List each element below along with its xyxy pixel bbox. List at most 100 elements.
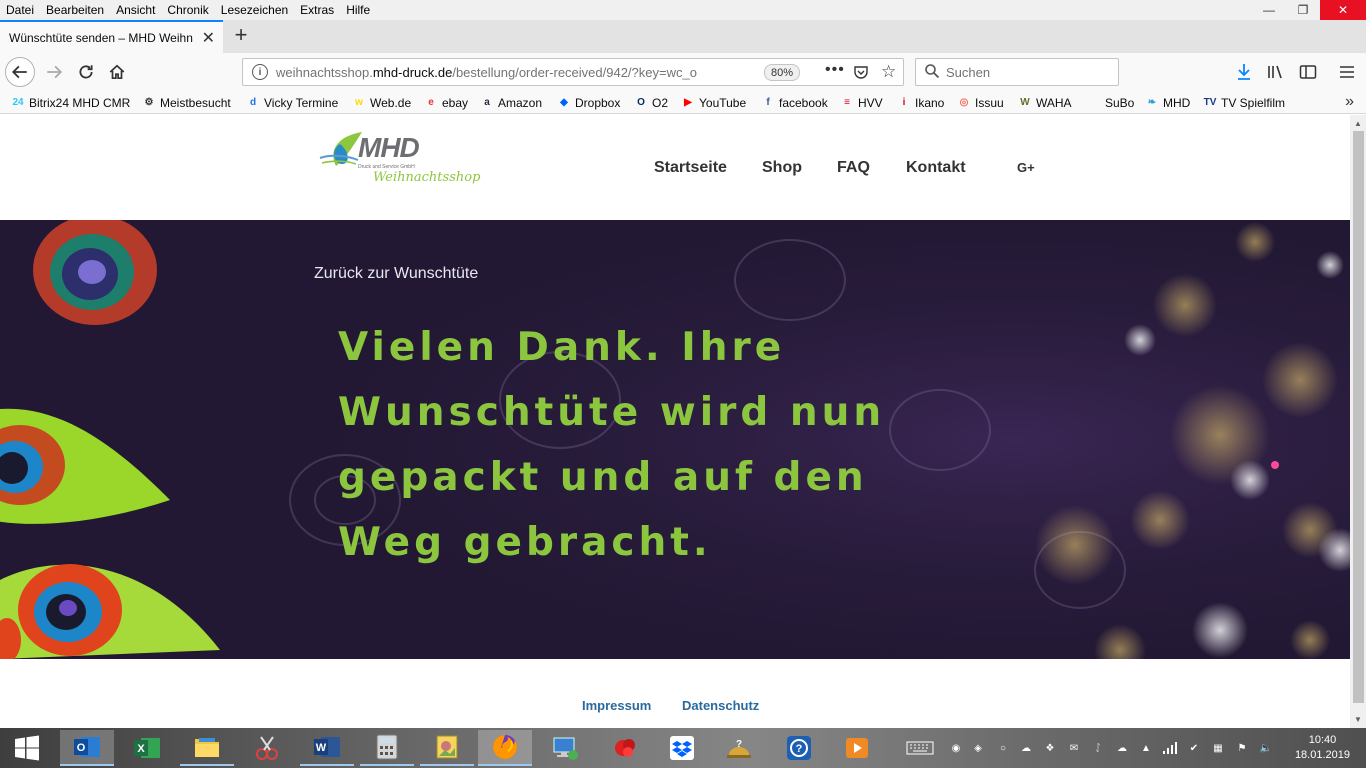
file-explorer-icon[interactable] — [180, 730, 234, 766]
menu-item-datei[interactable]: Datei — [0, 3, 40, 17]
minimize-button[interactable]: — — [1252, 0, 1286, 20]
hamburger-menu-icon[interactable] — [1337, 62, 1357, 82]
nav-faq[interactable]: FAQ — [837, 159, 870, 177]
firefox-icon[interactable] — [478, 730, 532, 766]
snipping-tool-icon[interactable] — [240, 730, 294, 766]
bookmark-tv-spielfilm[interactable]: TV TV Spielfilm — [1203, 94, 1285, 111]
keyboard-icon[interactable] — [905, 740, 935, 756]
page-scrollbar[interactable]: ▲ ▼ — [1350, 115, 1366, 728]
tray-shield-icon[interactable]: ◈ — [970, 740, 986, 756]
tray-app-icon[interactable]: ◉ — [948, 740, 964, 756]
bookmark-issuu[interactable]: ◎ Issuu — [957, 94, 1004, 111]
nav-kontakt[interactable]: Kontakt — [906, 159, 966, 177]
zoom-indicator[interactable]: 80% — [764, 64, 801, 81]
datenschutz-link[interactable]: Datenschutz — [682, 698, 759, 713]
site-logo[interactable]: MHD Druck und Service GmbH Weihnachtssho… — [318, 126, 480, 188]
app-red-icon[interactable] — [598, 730, 652, 766]
back-button[interactable] — [5, 57, 35, 87]
bookmark-label: Issuu — [975, 95, 1004, 110]
calculator-icon[interactable] — [360, 730, 414, 766]
bookmark-mhd[interactable]: ❧ MHD — [1145, 94, 1191, 111]
restore-button[interactable]: ❐ — [1286, 0, 1320, 20]
word-icon[interactable]: W — [300, 730, 354, 766]
bookmark-o2[interactable]: O O2 — [634, 94, 668, 111]
bookmark-meistbesucht[interactable]: ⚙ Meistbesucht — [142, 94, 231, 111]
photo-viewer-icon[interactable] — [420, 730, 474, 766]
remote-desktop-icon[interactable] — [538, 730, 592, 766]
bookmark-label: O2 — [652, 95, 669, 110]
menu-item-bearbeiten[interactable]: Bearbeiten — [40, 3, 110, 17]
tray-circle-icon[interactable]: ○ — [995, 740, 1011, 756]
bookmark-ikano[interactable]: i Ikano — [897, 94, 945, 111]
new-tab-button[interactable]: + — [230, 22, 252, 47]
bookmark-star-icon[interactable]: ☆ — [881, 62, 896, 82]
tray-onedrive-icon[interactable]: ☁ — [1018, 740, 1034, 756]
tray-device-icon[interactable]: ▦ — [1210, 740, 1226, 756]
windows-start-icon[interactable] — [0, 730, 54, 766]
bookmark-label: Bitrix24 MHD CMR — [29, 95, 131, 110]
back-to-cart-link[interactable]: Zurück zur Wunschtüte — [314, 265, 478, 283]
tray-dropbox-icon[interactable]: ❖ — [1042, 740, 1058, 756]
support-icon[interactable]: ? — [772, 730, 826, 766]
search-bar[interactable]: Suchen — [915, 58, 1119, 86]
menu-item-hilfe[interactable]: Hilfe — [340, 3, 376, 17]
scrollbar-thumb[interactable] — [1353, 131, 1364, 703]
bookmark-label: Dropbox — [575, 95, 621, 110]
downloads-icon[interactable] — [1234, 62, 1254, 82]
nav-shop[interactable]: Shop — [762, 159, 802, 177]
scroll-down-icon[interactable]: ▼ — [1354, 715, 1362, 724]
bookmark-subo[interactable]: SuBo — [1105, 94, 1134, 111]
menu-item-extras[interactable]: Extras — [294, 3, 340, 17]
bookmark-label: Vicky Termine — [264, 95, 339, 110]
menu-item-ansicht[interactable]: Ansicht — [110, 3, 161, 17]
network-signal-icon[interactable] — [1162, 740, 1178, 756]
bookmark-web-de[interactable]: w Web.de — [352, 94, 411, 111]
menu-item-chronik[interactable]: Chronik — [161, 3, 214, 17]
webde-icon: w — [355, 97, 363, 108]
url-bar[interactable]: i weihnachtsshop.mhd-druck.de/bestellung… — [242, 58, 904, 86]
outlook-icon[interactable]: O — [60, 730, 114, 766]
system-clock[interactable]: 10:40 18.01.2019 — [1295, 733, 1350, 763]
bookmark-label: WAHA — [1036, 95, 1072, 110]
bookmark-youtube[interactable]: ▶ YouTube — [681, 94, 746, 111]
bookmarks-overflow-icon[interactable]: » — [1345, 93, 1354, 111]
info-icon[interactable]: i — [252, 64, 268, 80]
tray-antivirus-icon[interactable]: ▲ — [1138, 740, 1154, 756]
media-player-icon[interactable] — [830, 730, 884, 766]
library-icon[interactable] — [1266, 62, 1286, 82]
bookmark-vicky-termine[interactable]: d Vicky Termine — [246, 94, 338, 111]
sidebar-icon[interactable] — [1298, 62, 1318, 82]
impressum-link[interactable]: Impressum — [582, 698, 651, 713]
hvv-icon: ≡ — [844, 97, 850, 108]
excel-icon[interactable]: X — [120, 730, 174, 766]
scroll-up-icon[interactable]: ▲ — [1354, 119, 1362, 128]
forward-button[interactable] — [40, 58, 68, 86]
page-actions-icon[interactable]: ••• — [825, 61, 845, 79]
tab-active[interactable]: Wünschtüte senden – MHD Weihn ✕ — [0, 20, 223, 53]
tray-security-icon[interactable]: ✔ — [1186, 740, 1202, 756]
bookmark-facebook[interactable]: f facebook — [761, 94, 827, 111]
menu-item-lesezeichen[interactable]: Lesezeichen — [215, 3, 294, 17]
tray-outlook-icon[interactable]: ✉ — [1066, 740, 1082, 756]
svg-text:?: ? — [796, 743, 803, 755]
dropbox-taskbar-icon[interactable] — [655, 730, 709, 766]
bookmark-ebay[interactable]: e ebay — [424, 94, 468, 111]
bookmark-hvv[interactable]: ≡ HVV — [840, 94, 883, 111]
help-desk-icon[interactable]: ? — [712, 730, 766, 766]
bluetooth-icon[interactable]: ᛇ — [1090, 740, 1106, 756]
bookmark-dropbox[interactable]: ◆ Dropbox — [557, 94, 620, 111]
bookmark-bitrix24-mhd-cmr[interactable]: 24 Bitrix24 MHD CMR — [11, 94, 130, 111]
reload-button[interactable] — [72, 58, 100, 86]
tab-close-icon[interactable]: ✕ — [202, 28, 215, 48]
bookmark-waha[interactable]: W WAHA — [1018, 94, 1072, 111]
tray-cloud-icon[interactable]: ☁ — [1114, 740, 1130, 756]
pocket-icon[interactable] — [853, 64, 869, 83]
bookmark-amazon[interactable]: a Amazon — [480, 94, 542, 111]
volume-muted-icon[interactable]: 🔈 — [1258, 740, 1274, 756]
nav-startseite[interactable]: Startseite — [654, 159, 727, 177]
close-window-button[interactable]: ✕ — [1320, 0, 1366, 20]
tray-flag-icon[interactable]: ⚑ — [1234, 740, 1250, 756]
home-button[interactable] — [103, 58, 131, 86]
url-text[interactable]: weihnachtsshop.mhd-druck.de/bestellung/o… — [276, 65, 746, 80]
google-plus-icon[interactable]: G+ — [1017, 160, 1035, 175]
